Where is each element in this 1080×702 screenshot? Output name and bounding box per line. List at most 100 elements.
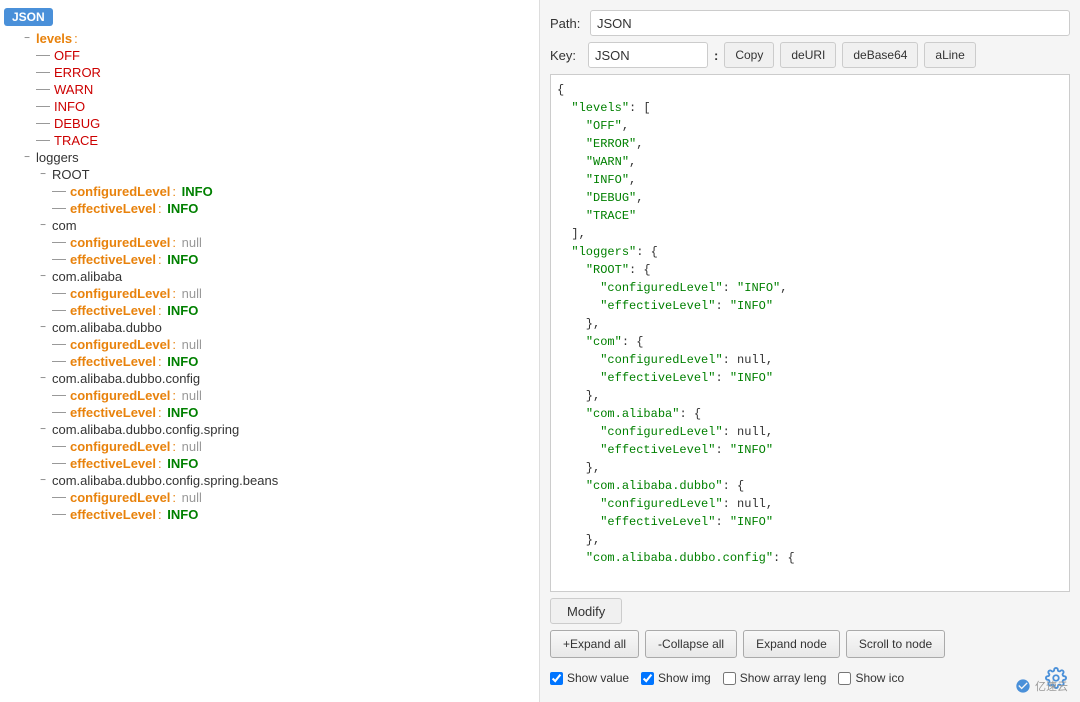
expand-node-button[interactable]: Expand node (743, 630, 840, 658)
tree-node-com-alibaba-dubbo-config[interactable]: − com.alibaba.dubbo.config (0, 370, 539, 387)
tree-node-effective4[interactable]: effectiveLevel : INFO (0, 353, 539, 370)
tree-node-effective2[interactable]: effectiveLevel : INFO (0, 251, 539, 268)
loggers-label: loggers (36, 150, 79, 165)
tree-node-com-alibaba[interactable]: − com.alibaba (0, 268, 539, 285)
dash-warn (36, 89, 50, 90)
watermark: 亿速云 (1015, 678, 1068, 694)
tree-node-configured3[interactable]: configuredLevel : null (0, 285, 539, 302)
colon-eff1: : (158, 201, 162, 216)
configured1-key: configuredLevel (70, 184, 170, 199)
key-row: Key: : Copy deURI deBase64 aLine (550, 42, 1070, 68)
show-img-checkbox[interactable] (641, 672, 654, 685)
configured1-value: INFO (182, 184, 213, 199)
aline-button[interactable]: aLine (924, 42, 975, 68)
tree-node-warn[interactable]: WARN (0, 81, 539, 98)
com-alibaba-label: com.alibaba (52, 269, 122, 284)
com-alibaba-dubbo-config-label: com.alibaba.dubbo.config (52, 371, 200, 386)
trace-label: TRACE (54, 133, 98, 148)
modify-button[interactable]: Modify (550, 598, 622, 624)
scroll-to-node-button[interactable]: Scroll to node (846, 630, 945, 658)
expand-icon-levels: − (20, 32, 34, 46)
json-root-badge[interactable]: JSON (4, 8, 53, 26)
expand-icon-com-alibaba-dubbo: − (36, 321, 50, 335)
com-label: com (52, 218, 77, 233)
tree-node-com-alibaba-dubbo-config-spring[interactable]: − com.alibaba.dubbo.config.spring (0, 421, 539, 438)
show-value-checkbox-item[interactable]: Show value (550, 671, 629, 685)
warn-label: WARN (54, 82, 93, 97)
dash-info (36, 106, 50, 107)
tree-node-configured6[interactable]: configuredLevel : null (0, 438, 539, 455)
dash-effective5 (52, 412, 66, 413)
dash-off (36, 55, 50, 56)
effective7-value: INFO (167, 507, 198, 522)
colon2: : (172, 235, 176, 250)
tree-node-configured4[interactable]: configuredLevel : null (0, 336, 539, 353)
expand-icon-com-alibaba: − (36, 270, 50, 284)
effective7-key: effectiveLevel (70, 507, 156, 522)
tree-node-configured5[interactable]: configuredLevel : null (0, 387, 539, 404)
expand-all-button[interactable]: +Expand all (550, 630, 639, 658)
dash-trace (36, 140, 50, 141)
tree-node-trace[interactable]: TRACE (0, 132, 539, 149)
tree-node-effective3[interactable]: effectiveLevel : INFO (0, 302, 539, 319)
show-array-leng-checkbox-item[interactable]: Show array leng (723, 671, 827, 685)
show-ico-checkbox[interactable] (838, 672, 851, 685)
configured2-key: configuredLevel (70, 235, 170, 250)
modify-row: Modify (550, 598, 1070, 624)
left-tree-panel: JSON − levels : OFF ERROR WARN INFO DEBU… (0, 0, 540, 702)
show-array-leng-checkbox[interactable] (723, 672, 736, 685)
show-ico-label: Show ico (855, 671, 904, 685)
tree-node-loggers[interactable]: − loggers (0, 149, 539, 166)
show-ico-checkbox-item[interactable]: Show ico (838, 671, 904, 685)
colon7: : (172, 490, 176, 505)
configured6-key: configuredLevel (70, 439, 170, 454)
path-label: Path: (550, 16, 582, 31)
tree-node-com[interactable]: − com (0, 217, 539, 234)
tree-node-com-alibaba-dubbo[interactable]: − com.alibaba.dubbo (0, 319, 539, 336)
tree-node-effective7[interactable]: effectiveLevel : INFO (0, 506, 539, 523)
tree-node-configured7[interactable]: configuredLevel : null (0, 489, 539, 506)
off-label: OFF (54, 48, 80, 63)
effective2-key: effectiveLevel (70, 252, 156, 267)
expand-icon-com-alibaba-dubbo-config-spring-beans: − (36, 474, 50, 488)
watermark-text: 亿速云 (1035, 678, 1068, 694)
tree-node-com-alibaba-dubbo-config-spring-beans[interactable]: − com.alibaba.dubbo.config.spring.beans (0, 472, 539, 489)
copy-button[interactable]: Copy (724, 42, 774, 68)
configured3-value: null (182, 286, 202, 301)
tree-node-off[interactable]: OFF (0, 47, 539, 64)
com-alibaba-dubbo-config-spring-label: com.alibaba.dubbo.config.spring (52, 422, 239, 437)
deuri-button[interactable]: deURI (780, 42, 836, 68)
expand-icon-root: − (36, 168, 50, 182)
configured2-value: null (182, 235, 202, 250)
dash-debug (36, 123, 50, 124)
show-img-checkbox-item[interactable]: Show img (641, 671, 711, 685)
tree-node-configured2[interactable]: configuredLevel : null (0, 234, 539, 251)
show-array-leng-label: Show array leng (740, 671, 827, 685)
show-value-checkbox[interactable] (550, 672, 563, 685)
tree-node-levels[interactable]: − levels : (0, 30, 539, 47)
path-input[interactable] (590, 10, 1070, 36)
tree-node-error[interactable]: ERROR (0, 64, 539, 81)
collapse-all-button[interactable]: -Collapse all (645, 630, 737, 658)
tree-node-effective5[interactable]: effectiveLevel : INFO (0, 404, 539, 421)
expand-icon-com-alibaba-dubbo-config: − (36, 372, 50, 386)
configured7-value: null (182, 490, 202, 505)
tree-node-effective1[interactable]: effectiveLevel : INFO (0, 200, 539, 217)
colon-eff4: : (158, 354, 162, 369)
dash-error (36, 72, 50, 73)
tree-node-configured1[interactable]: configuredLevel : INFO (0, 183, 539, 200)
watermark-icon (1015, 678, 1031, 694)
debase64-button[interactable]: deBase64 (842, 42, 918, 68)
dash-effective6 (52, 463, 66, 464)
tree-node-effective6[interactable]: effectiveLevel : INFO (0, 455, 539, 472)
show-img-label: Show img (658, 671, 711, 685)
key-input[interactable] (588, 42, 708, 68)
dash-configured3 (52, 293, 66, 294)
expand-icon-com: − (36, 219, 50, 233)
json-editor[interactable]: { "levels": [ "OFF", "ERROR", "WARN", "I… (550, 74, 1070, 592)
tree-node-info[interactable]: INFO (0, 98, 539, 115)
dash-configured2 (52, 242, 66, 243)
effective2-value: INFO (167, 252, 198, 267)
tree-node-debug[interactable]: DEBUG (0, 115, 539, 132)
tree-node-root[interactable]: − ROOT (0, 166, 539, 183)
